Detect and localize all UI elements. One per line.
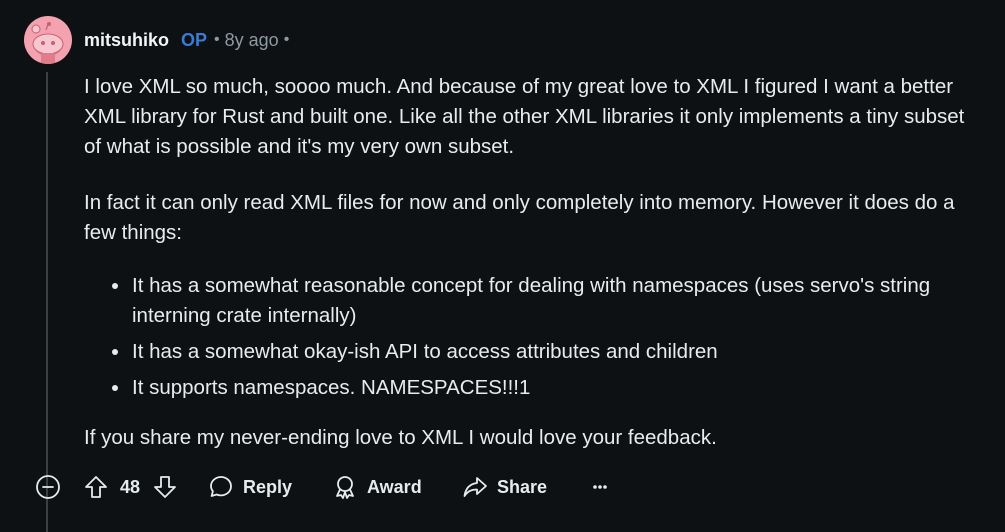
snoo-avatar-icon — [31, 22, 64, 64]
award-ribbon-icon — [336, 476, 354, 499]
reply-button[interactable]: Reply — [208, 470, 292, 504]
thread-line[interactable] — [46, 72, 48, 532]
comment-paragraph: I love XML so much, soooo much. And beca… — [84, 75, 965, 158]
comment-header: mitsuhiko OP • 8y ago • — [84, 29, 294, 51]
reply-label: Reply — [243, 476, 293, 497]
comment-age[interactable]: 8y ago — [225, 30, 279, 51]
ellipsis-icon — [593, 485, 607, 489]
comment-paragraph: In fact it can only read XML files for n… — [84, 191, 955, 244]
user-avatar[interactable] — [24, 16, 72, 64]
share-arrow-icon — [463, 477, 487, 497]
award-button[interactable]: Award — [332, 470, 422, 504]
op-badge: OP — [181, 29, 208, 50]
minus-circle-icon — [36, 475, 60, 499]
share-label: Share — [497, 476, 548, 497]
comment-bullet-list: It has a somewhat reasonable concept for… — [84, 271, 984, 403]
downvote-button[interactable] — [151, 470, 179, 504]
award-label: Award — [367, 476, 422, 497]
meta-separator: • — [214, 31, 220, 48]
vote-score: 48 — [120, 476, 141, 497]
comment-closing: If you share my never-ending love to XML… — [84, 426, 717, 449]
upvote-arrow-icon — [85, 476, 107, 498]
author-username[interactable]: mitsuhiko — [84, 30, 169, 51]
list-item: It supports namespaces. NAMESPACES!!!1 — [112, 373, 984, 403]
share-button[interactable]: Share — [462, 470, 547, 504]
comment-body: I love XML so much, soooo much. And beca… — [84, 72, 984, 453]
list-item: It has a somewhat okay-ish API to access… — [112, 337, 984, 367]
more-options-button[interactable] — [586, 470, 614, 504]
downvote-arrow-icon — [154, 476, 176, 498]
list-item: It has a somewhat reasonable concept for… — [112, 271, 984, 331]
meta-separator-trailing: • — [283, 31, 290, 48]
collapse-button[interactable] — [34, 470, 62, 504]
comment-action-bar: 48 Reply Award Share — [34, 470, 674, 504]
upvote-button[interactable] — [82, 470, 110, 504]
speech-bubble-icon — [210, 476, 232, 497]
